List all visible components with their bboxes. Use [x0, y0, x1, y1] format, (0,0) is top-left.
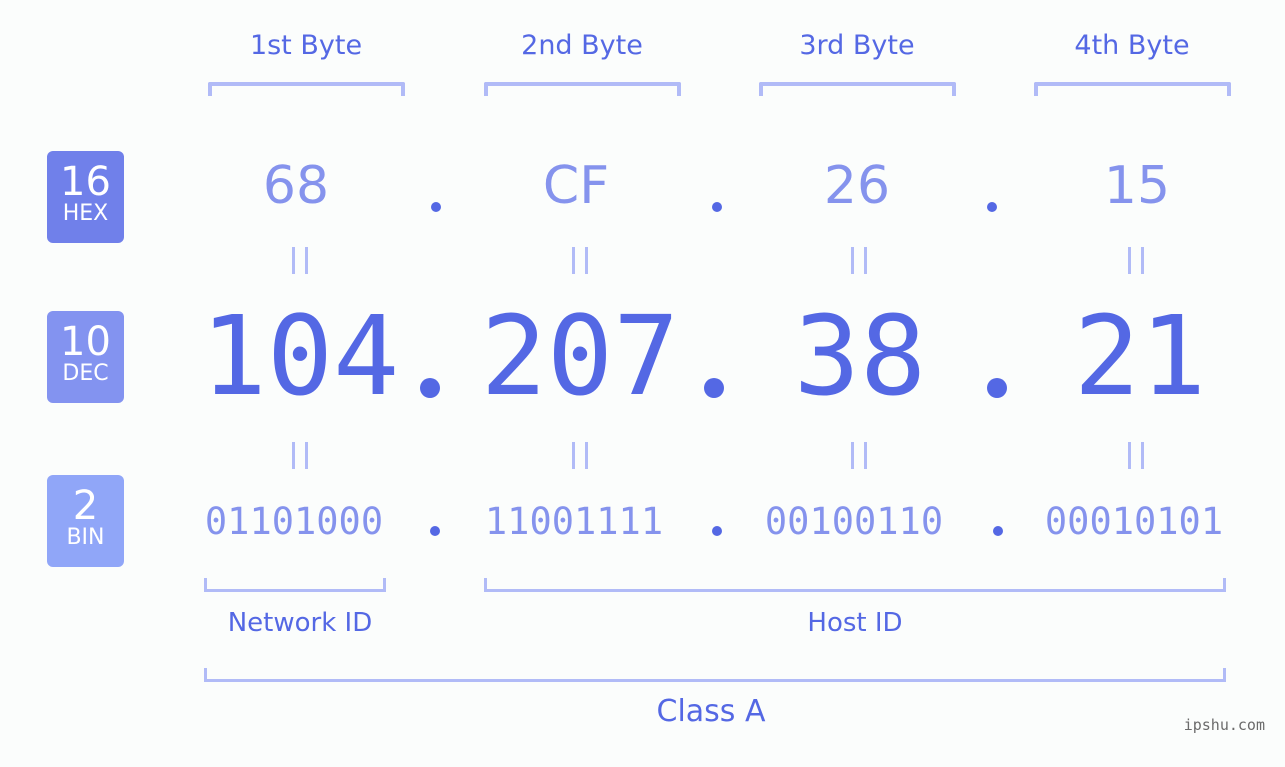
- hex-byte-2: CF: [542, 156, 610, 216]
- hex-dot-1: [431, 202, 441, 212]
- dec-badge-label: DEC: [62, 361, 109, 386]
- bin-byte-3: 00100110: [764, 500, 944, 543]
- dec-byte-1: 104: [200, 292, 400, 420]
- dec-dot-2: [704, 378, 724, 398]
- byte-label-2: 2nd Byte: [521, 30, 643, 61]
- dec-byte-2: 207: [480, 292, 680, 420]
- byte-bracket-1: [208, 82, 405, 96]
- bin-byte-2: 11001111: [484, 500, 664, 543]
- dec-byte-3: 38: [793, 292, 927, 420]
- hex-byte-1: 68: [262, 156, 330, 216]
- watermark: ipshu.com: [1183, 716, 1265, 734]
- class-bracket: [204, 668, 1226, 682]
- equals-icon: [280, 442, 320, 473]
- dec-dot-3: [987, 378, 1007, 398]
- equals-icon: [839, 247, 879, 278]
- equals-icon: [839, 442, 879, 473]
- hex-badge-base: 16: [60, 159, 111, 205]
- bin-dot-1: [430, 526, 440, 536]
- hex-byte-3: 26: [823, 156, 891, 216]
- equals-icon: [560, 442, 600, 473]
- bin-byte-4: 00010101: [1044, 500, 1224, 543]
- dec-byte-4: 21: [1073, 292, 1207, 420]
- dec-badge-base: 10: [60, 319, 111, 365]
- byte-bracket-4: [1034, 82, 1231, 96]
- hex-badge: 16 HEX: [47, 151, 124, 243]
- network-id-label: Network ID: [227, 608, 373, 638]
- equals-icon: [280, 247, 320, 278]
- equals-icon: [560, 247, 600, 278]
- hex-badge-label: HEX: [62, 201, 109, 226]
- dec-badge: 10 DEC: [47, 311, 124, 403]
- bin-dot-3: [993, 526, 1003, 536]
- byte-bracket-3: [759, 82, 956, 96]
- class-label: Class A: [656, 694, 766, 729]
- byte-label-1: 1st Byte: [249, 30, 363, 61]
- bin-dot-2: [712, 526, 722, 536]
- hex-dot-3: [987, 202, 997, 212]
- host-id-label: Host ID: [807, 608, 903, 638]
- bin-byte-1: 01101000: [204, 500, 384, 543]
- bin-badge-label: BIN: [66, 525, 105, 550]
- bin-badge-base: 2: [72, 483, 99, 529]
- byte-label-3: 3rd Byte: [799, 30, 915, 61]
- equals-icon: [1116, 247, 1156, 278]
- host-id-bracket: [484, 578, 1226, 592]
- byte-bracket-2: [484, 82, 681, 96]
- network-id-bracket: [204, 578, 386, 592]
- bin-badge: 2 BIN: [47, 475, 124, 567]
- hex-byte-4: 15: [1103, 156, 1171, 216]
- byte-label-4: 4th Byte: [1074, 30, 1190, 61]
- dec-dot-1: [420, 378, 440, 398]
- hex-dot-2: [712, 202, 722, 212]
- equals-icon: [1116, 442, 1156, 473]
